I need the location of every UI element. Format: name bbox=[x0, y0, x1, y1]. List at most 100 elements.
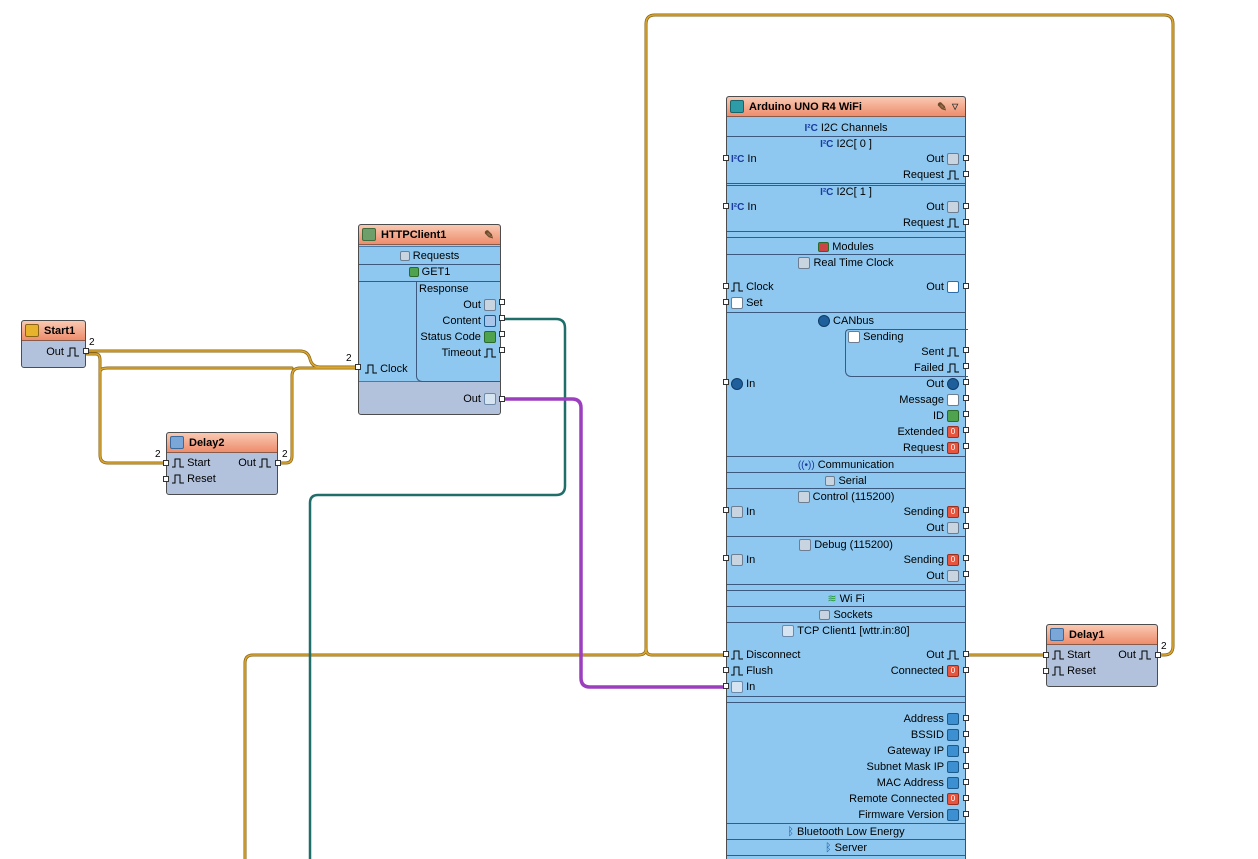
mac-pin[interactable] bbox=[963, 779, 969, 785]
flush-pin[interactable] bbox=[723, 667, 729, 673]
debug-in-pin[interactable] bbox=[723, 555, 729, 561]
extended-label: Extended 0 bbox=[897, 425, 959, 439]
boolean-icon: 0 bbox=[947, 554, 959, 567]
connected-label: Connected 0 bbox=[891, 664, 959, 678]
id-pin[interactable] bbox=[963, 411, 969, 417]
sockets-icon bbox=[819, 610, 831, 621]
delay2-start-pin[interactable] bbox=[163, 460, 169, 466]
wrench-icon[interactable]: ✎ bbox=[482, 228, 496, 242]
delay2-header[interactable]: Delay2 bbox=[167, 433, 277, 453]
control-sending-pin[interactable] bbox=[963, 507, 969, 513]
control-out-label: Out bbox=[926, 521, 959, 535]
can-request-label: Request 0 bbox=[903, 441, 959, 455]
canbus-out-label: Out bbox=[926, 377, 959, 391]
http-out-pin[interactable] bbox=[499, 396, 505, 402]
delay1-header[interactable]: Delay1 bbox=[1047, 625, 1157, 645]
delay2-reset-pin[interactable] bbox=[163, 476, 169, 482]
i2c1-request-label: Request bbox=[903, 216, 959, 230]
debug-label: Debug (115200) bbox=[727, 538, 965, 552]
rtc-set-pin[interactable] bbox=[723, 299, 729, 305]
http-content-pin[interactable] bbox=[499, 315, 505, 321]
i2c1-in-label: I²C In bbox=[731, 201, 757, 213]
text-icon bbox=[484, 315, 496, 328]
extended-pin[interactable] bbox=[963, 427, 969, 433]
i2c1-label: I²C I2C[ 1 ] bbox=[820, 186, 872, 198]
debug-sending-label: Sending 0 bbox=[904, 553, 959, 567]
http-clock-pin[interactable] bbox=[355, 364, 361, 370]
http-response-out-pin[interactable] bbox=[499, 299, 505, 305]
rtc-clock-label: Clock bbox=[731, 280, 774, 294]
delay1-out-pin[interactable] bbox=[1155, 652, 1161, 658]
message-pin[interactable] bbox=[963, 395, 969, 401]
arduino-component[interactable]: Arduino UNO R4 WiFi ✎ ▽ I²C I2C Channels… bbox=[726, 96, 968, 859]
tcp-out-pin[interactable] bbox=[963, 651, 969, 657]
clock-pin-icon bbox=[947, 650, 959, 660]
i2c1-request-pin[interactable] bbox=[963, 219, 969, 225]
requests-icon bbox=[399, 251, 410, 262]
sending-label: Sending bbox=[848, 330, 903, 344]
can-request-pin[interactable] bbox=[963, 443, 969, 449]
binary-icon bbox=[947, 570, 959, 583]
control-out-pin[interactable] bbox=[963, 523, 969, 529]
control-sending-label: Sending 0 bbox=[904, 505, 959, 519]
start1-component[interactable]: Start1 Out bbox=[21, 320, 86, 368]
boolean-icon: 0 bbox=[947, 426, 959, 439]
debug-out-pin[interactable] bbox=[963, 571, 969, 577]
i2c1-out-pin[interactable] bbox=[963, 203, 969, 209]
requests-label: Requests bbox=[359, 249, 500, 263]
delay1-start-pin[interactable] bbox=[1043, 652, 1049, 658]
serial-port-icon bbox=[799, 539, 812, 552]
sent-label: Sent bbox=[921, 345, 959, 359]
arduino-header[interactable]: Arduino UNO R4 WiFi ✎ ▽ bbox=[727, 97, 965, 117]
address-pin[interactable] bbox=[963, 715, 969, 721]
canbus-icon bbox=[731, 378, 743, 391]
start1-header[interactable]: Start1 bbox=[22, 321, 85, 341]
start1-out-pin[interactable] bbox=[83, 348, 89, 354]
modules-icon bbox=[818, 242, 830, 253]
disconnect-pin[interactable] bbox=[723, 651, 729, 657]
tcp-in-label: In bbox=[731, 680, 755, 694]
i2c0-out-label: Out bbox=[926, 152, 959, 166]
remote-connected-pin[interactable] bbox=[963, 795, 969, 801]
i2c0-label: I²C I2C[ 0 ] bbox=[820, 138, 872, 150]
binary-icon bbox=[947, 522, 959, 535]
rtc-out-pin[interactable] bbox=[963, 283, 969, 289]
chevron-down-icon[interactable]: ▽ bbox=[952, 99, 962, 113]
canbus-in-pin[interactable] bbox=[723, 379, 729, 385]
debug-out-label: Out bbox=[926, 569, 959, 583]
rtc-clock-pin[interactable] bbox=[723, 283, 729, 289]
control-in-pin[interactable] bbox=[723, 507, 729, 513]
i2c1-in-pin[interactable] bbox=[723, 203, 729, 209]
http-timeout-pin[interactable] bbox=[499, 347, 505, 353]
gateway-pin[interactable] bbox=[963, 747, 969, 753]
delay1-reset-label: Reset bbox=[1052, 664, 1096, 678]
delay2-out-pin[interactable] bbox=[275, 460, 281, 466]
canbus-out-pin[interactable] bbox=[963, 379, 969, 385]
wrench-icon[interactable]: ✎ bbox=[935, 100, 949, 114]
sent-pin[interactable] bbox=[963, 347, 969, 353]
failed-pin[interactable] bbox=[963, 363, 969, 369]
i2c0-request-pin[interactable] bbox=[963, 171, 969, 177]
connected-pin[interactable] bbox=[963, 667, 969, 673]
delay1-component[interactable]: Delay1 Start Reset Out bbox=[1046, 624, 1158, 687]
clock-pin-icon bbox=[365, 364, 377, 374]
delay2-component[interactable]: Delay2 Start Reset Out bbox=[166, 432, 278, 495]
status-code-label: Status Code bbox=[420, 330, 496, 344]
canbus-icon bbox=[817, 315, 830, 328]
failed-label: Failed bbox=[914, 361, 959, 375]
firmware-pin[interactable] bbox=[963, 811, 969, 817]
debug-sending-pin[interactable] bbox=[963, 555, 969, 561]
subnet-pin[interactable] bbox=[963, 763, 969, 769]
i2c0-in-pin[interactable] bbox=[723, 155, 729, 161]
httpclient1-header[interactable]: HTTPClient1 ✎ bbox=[359, 225, 500, 245]
http-status-pin[interactable] bbox=[499, 331, 505, 337]
socket-icon bbox=[484, 393, 496, 406]
i2c0-out-pin[interactable] bbox=[963, 155, 969, 161]
clock-label: Clock bbox=[365, 362, 408, 376]
delay1-reset-pin[interactable] bbox=[1043, 668, 1049, 674]
httpclient1-component[interactable]: HTTPClient1 ✎ Requests GET1 Response Out… bbox=[358, 224, 501, 415]
boolean-icon: 0 bbox=[947, 665, 959, 678]
tcp-in-pin[interactable] bbox=[723, 683, 729, 689]
delay-icon bbox=[170, 436, 184, 449]
bssid-pin[interactable] bbox=[963, 731, 969, 737]
